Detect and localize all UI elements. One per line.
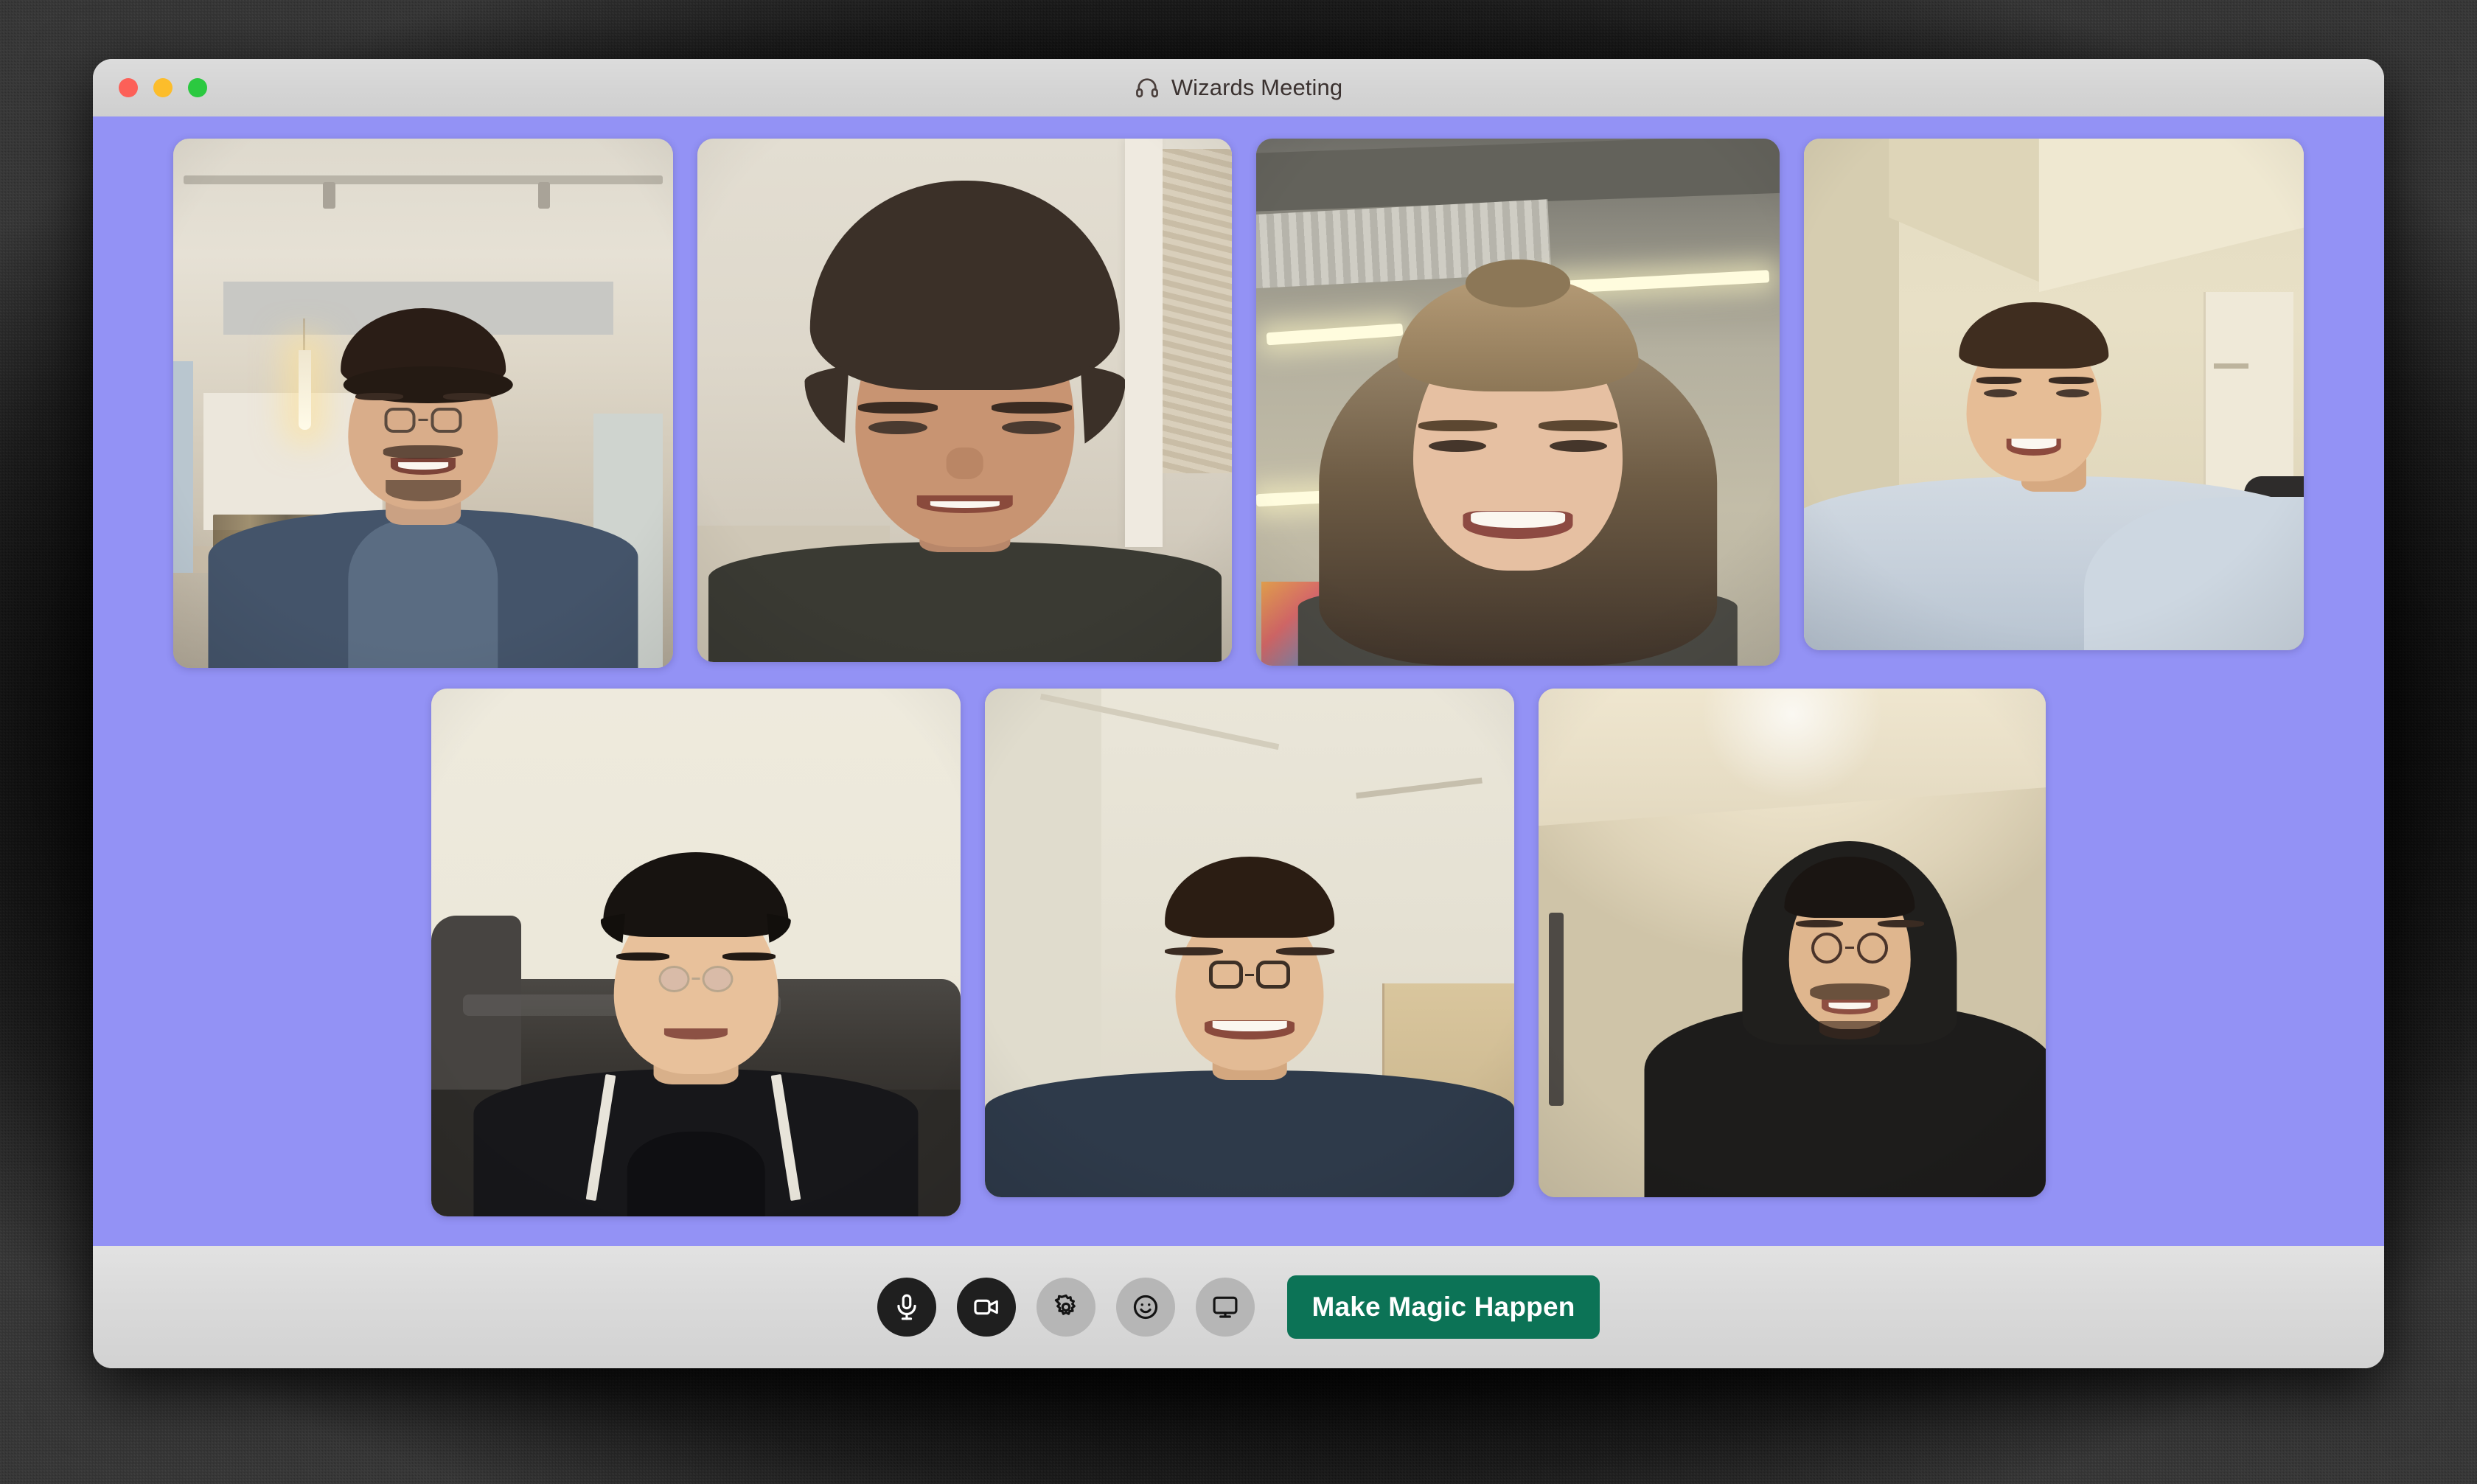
microphone-icon [897, 1294, 917, 1320]
microphone-button[interactable] [877, 1278, 937, 1337]
participant-1-video [173, 139, 673, 668]
participant-4-person [1804, 139, 2304, 650]
window-title-group: Wizards Meeting [93, 74, 2384, 101]
participant-3-person [1256, 139, 1780, 666]
participant-6-person [985, 689, 1514, 1197]
make-magic-happen-button[interactable]: Make Magic Happen [1287, 1275, 1600, 1339]
video-camera-icon [974, 1299, 999, 1315]
participant-tile-6[interactable] [985, 689, 1514, 1197]
participant-tile-3[interactable] [1256, 139, 1780, 666]
participant-7-person [1579, 689, 2046, 1197]
participant-6-video [985, 689, 1514, 1197]
settings-button[interactable] [1037, 1278, 1096, 1337]
smiley-face-icon [1134, 1295, 1158, 1320]
participant-7-video [1539, 689, 2046, 1197]
reactions-button[interactable] [1116, 1278, 1176, 1337]
participant-5-person [431, 689, 961, 1216]
window-title-bar: Wizards Meeting [93, 59, 2384, 116]
meeting-window: Wizards Meeting Make Magic Happen [93, 59, 2384, 1368]
participant-tile-4[interactable] [1804, 139, 2304, 650]
participant-4-video [1804, 139, 2304, 650]
video-grid [93, 116, 2384, 1246]
monitor-screen-icon [1213, 1296, 1238, 1318]
participant-tile-1[interactable] [173, 139, 673, 668]
participant-tile-2[interactable] [697, 139, 1232, 662]
participant-2-person [697, 139, 1232, 662]
camera-button[interactable] [957, 1278, 1017, 1337]
video-grid-row-2 [431, 689, 2046, 1216]
gear-icon [1055, 1294, 1076, 1315]
participant-tile-7[interactable] [1539, 689, 2046, 1197]
participant-tile-5[interactable] [431, 689, 961, 1216]
participant-1-person [173, 139, 673, 668]
participant-3-video [1256, 139, 1780, 666]
page-title: Wizards Meeting [1171, 74, 1343, 100]
video-grid-row-1 [173, 139, 2304, 668]
participant-5-video [431, 689, 961, 1216]
headphones-icon [1135, 78, 1158, 98]
participant-2-video [697, 139, 1232, 662]
meeting-controls-toolbar: Make Magic Happen [93, 1246, 2384, 1368]
share-screen-button[interactable] [1196, 1278, 1255, 1337]
